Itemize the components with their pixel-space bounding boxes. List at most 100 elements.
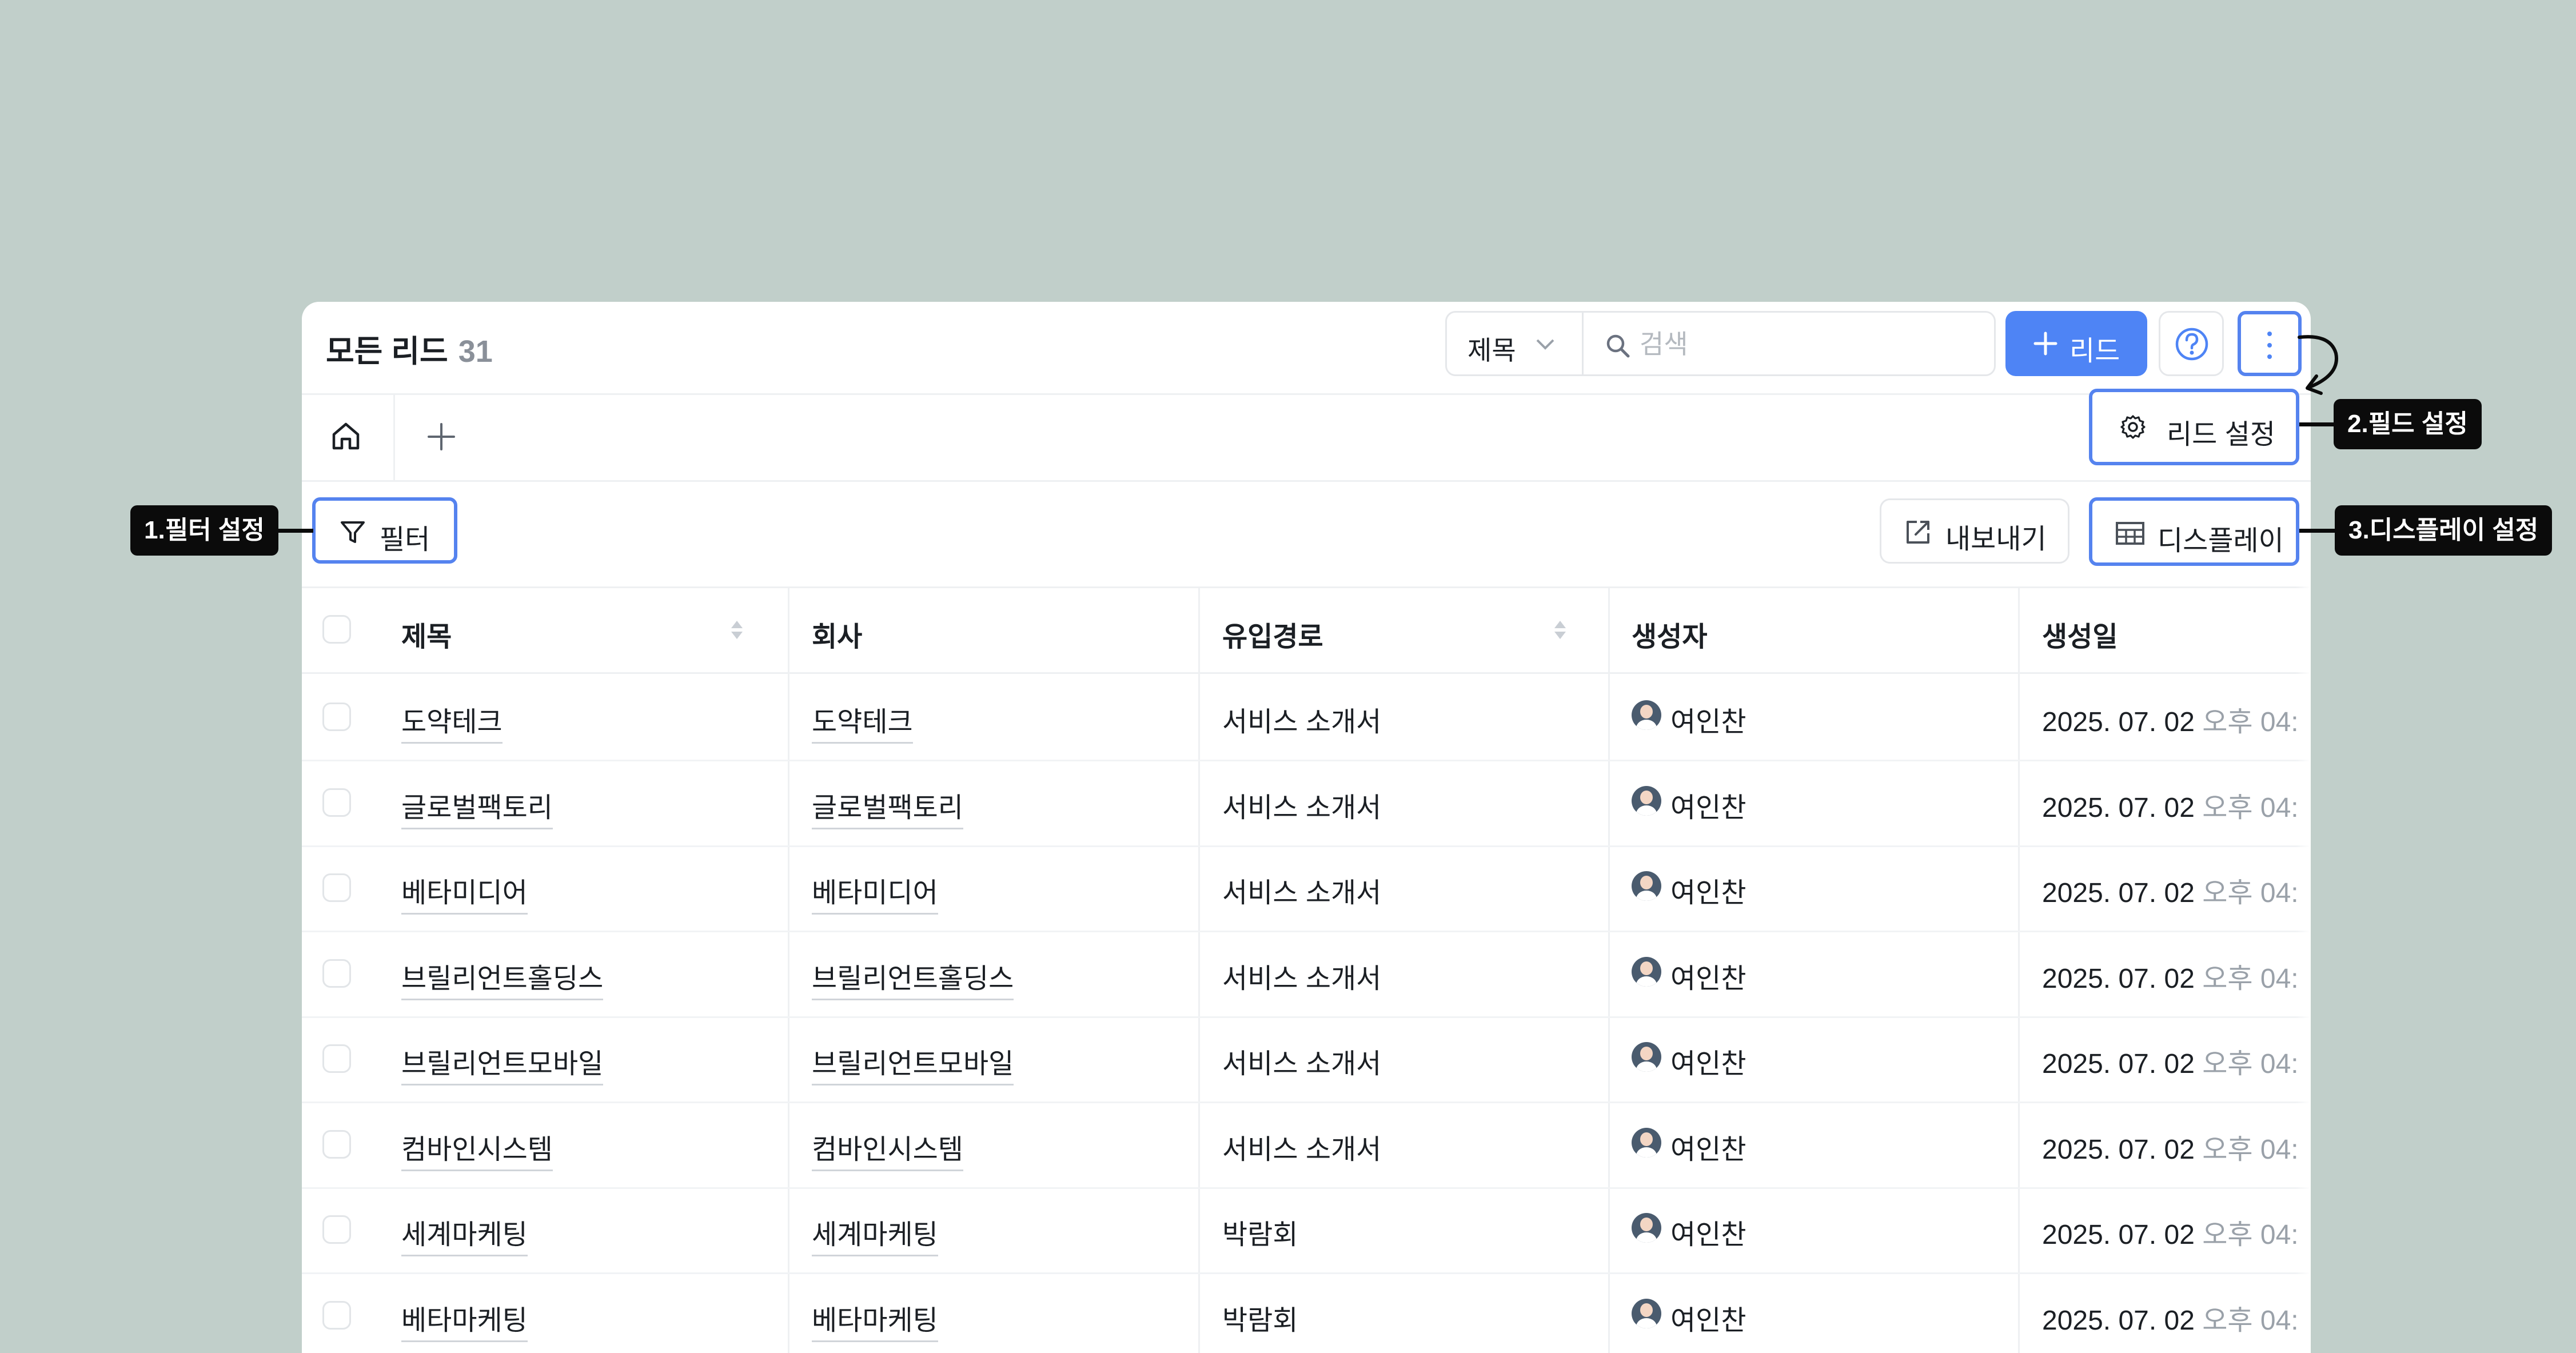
search-input[interactable] bbox=[1638, 326, 1972, 362]
add-lead-button[interactable]: 리드 bbox=[2005, 311, 2147, 376]
lead-title-link[interactable]: 베타미디어 bbox=[401, 878, 528, 915]
creator-cell: 여인찬 bbox=[1670, 1134, 1746, 1165]
table-scroll-fade bbox=[2296, 586, 2311, 1353]
display-button[interactable]: 디스플레이 bbox=[2089, 497, 2299, 566]
table-row[interactable]: 브릴리언트홀딩스 브릴리언트홀딩스 서비스 소개서 여인찬 2025. 07. 02 오… bbox=[302, 931, 2311, 1018]
lead-title-link[interactable]: 브릴리언트모바일 bbox=[401, 1049, 604, 1085]
created-date: 2025. 07. 02 bbox=[2042, 1305, 2195, 1336]
search-box[interactable] bbox=[1582, 311, 1996, 376]
row-checkbox[interactable] bbox=[322, 959, 351, 988]
filter-button[interactable]: 필터 bbox=[312, 497, 457, 564]
row-checkbox[interactable] bbox=[322, 788, 351, 817]
search-icon bbox=[1606, 334, 1630, 358]
plus-icon bbox=[2033, 332, 2057, 356]
export-icon bbox=[1907, 521, 1929, 544]
created-time: 오후 04: bbox=[2202, 1134, 2299, 1165]
source-cell: 서비스 소개서 bbox=[1222, 1049, 1382, 1079]
avatar bbox=[1632, 871, 1661, 901]
creator-cell: 여인찬 bbox=[1670, 1220, 1746, 1250]
page-header: 모든 리드 31 제목 리드 bbox=[302, 302, 2311, 395]
company-link[interactable]: 브릴리언트모바일 bbox=[812, 1049, 1014, 1085]
row-checkbox[interactable] bbox=[322, 1215, 351, 1244]
created-date: 2025. 07. 02 bbox=[2042, 1220, 2195, 1250]
created-time: 오후 04: bbox=[2202, 963, 2299, 994]
page-title-text: 모든 리드 bbox=[326, 334, 448, 369]
tab-home[interactable] bbox=[302, 393, 395, 480]
company-link[interactable]: 도약테크 bbox=[812, 707, 913, 744]
help-button[interactable] bbox=[2159, 311, 2224, 376]
column-header-company[interactable]: 회사 bbox=[812, 614, 862, 654]
row-checkbox[interactable] bbox=[322, 1130, 351, 1159]
row-checkbox[interactable] bbox=[322, 703, 351, 731]
table-row[interactable]: 글로벌팩토리 글로벌팩토리 서비스 소개서 여인찬 2025. 07. 02 오후 04… bbox=[302, 760, 2311, 847]
table-header: 제목 회사 유입경로 생성자 생성일 bbox=[302, 586, 2311, 674]
company-link[interactable]: 컴바인시스템 bbox=[812, 1134, 963, 1171]
table-row[interactable]: 베타마케팅 베타마케팅 박람회 여인찬 2025. 07. 02 오후 04: bbox=[302, 1272, 2311, 1353]
filter-label: 필터 bbox=[380, 525, 430, 555]
company-link[interactable]: 베타마케팅 bbox=[812, 1305, 938, 1342]
lead-title-link[interactable]: 글로벌팩토리 bbox=[401, 792, 553, 829]
search-field-select[interactable]: 제목 bbox=[1445, 311, 1584, 376]
created-date: 2025. 07. 02 bbox=[2042, 707, 2195, 737]
callout-field: 2.필드 설정 bbox=[2334, 399, 2482, 449]
column-header-creator[interactable]: 생성자 bbox=[1632, 614, 1707, 654]
table-row[interactable]: 브릴리언트모바일 브릴리언트모바일 서비스 소개서 여인찬 2025. 07. 02 오… bbox=[302, 1016, 2311, 1103]
lead-count: 31 bbox=[458, 334, 493, 369]
lead-title-link[interactable]: 브릴리언트홀딩스 bbox=[401, 963, 604, 1000]
lead-settings-menu-item[interactable]: 리드 설정 bbox=[2089, 389, 2299, 465]
column-header-created-at[interactable]: 생성일 bbox=[2042, 614, 2118, 654]
avatar bbox=[1632, 1298, 1661, 1328]
source-cell: 박람회 bbox=[1222, 1305, 1298, 1336]
created-date: 2025. 07. 02 bbox=[2042, 1049, 2195, 1079]
table-row[interactable]: 도약테크 도약테크 서비스 소개서 여인찬 2025. 07. 02 오후 04: bbox=[302, 674, 2311, 761]
row-checkbox[interactable] bbox=[322, 1300, 351, 1330]
creator-cell: 여인찬 bbox=[1670, 878, 1746, 908]
sort-icon[interactable] bbox=[729, 618, 744, 641]
created-time: 오후 04: bbox=[2202, 792, 2299, 823]
creator-cell: 여인찬 bbox=[1670, 792, 1746, 823]
created-time: 오후 04: bbox=[2202, 878, 2299, 908]
created-time: 오후 04: bbox=[2202, 1220, 2299, 1250]
export-label: 내보내기 bbox=[1945, 524, 2047, 554]
created-date: 2025. 07. 02 bbox=[2042, 792, 2195, 823]
table-row[interactable]: 베타미디어 베타미디어 서비스 소개서 여인찬 2025. 07. 02 오후 04: bbox=[302, 845, 2311, 932]
created-date: 2025. 07. 02 bbox=[2042, 878, 2195, 908]
callout-display-line bbox=[2299, 529, 2336, 533]
lead-title-link[interactable]: 세계마케팅 bbox=[401, 1220, 528, 1256]
created-date: 2025. 07. 02 bbox=[2042, 963, 2195, 994]
creator-cell: 여인찬 bbox=[1670, 707, 1746, 737]
column-header-source[interactable]: 유입경로 bbox=[1222, 614, 1323, 654]
more-vertical-icon bbox=[2267, 332, 2272, 359]
source-cell: 서비스 소개서 bbox=[1222, 707, 1382, 737]
home-icon bbox=[332, 422, 360, 450]
company-link[interactable]: 베타미디어 bbox=[812, 878, 938, 915]
column-header-title[interactable]: 제목 bbox=[401, 614, 452, 654]
more-options-button[interactable] bbox=[2238, 311, 2302, 376]
gear-icon bbox=[2120, 415, 2146, 439]
source-cell: 서비스 소개서 bbox=[1222, 963, 1382, 994]
select-all-checkbox[interactable] bbox=[322, 615, 351, 644]
filter-icon bbox=[341, 521, 365, 543]
company-link[interactable]: 세계마케팅 bbox=[812, 1220, 938, 1256]
avatar bbox=[1632, 1042, 1661, 1072]
company-link[interactable]: 브릴리언트홀딩스 bbox=[812, 963, 1014, 1000]
table-row[interactable]: 컴바인시스템 컴바인시스템 서비스 소개서 여인찬 2025. 07. 02 오후 04… bbox=[302, 1101, 2311, 1189]
view-tab-bar bbox=[302, 393, 2311, 482]
row-checkbox[interactable] bbox=[322, 1044, 351, 1073]
created-at-cell: 2025. 07. 02 오후 04: bbox=[2042, 870, 2299, 910]
avatar bbox=[1632, 700, 1661, 730]
export-button[interactable]: 내보내기 bbox=[1880, 498, 2069, 564]
callout-field-line bbox=[2299, 422, 2335, 426]
created-at-cell: 2025. 07. 02 오후 04: bbox=[2042, 1298, 2299, 1338]
source-cell: 서비스 소개서 bbox=[1222, 792, 1382, 823]
row-checkbox[interactable] bbox=[322, 873, 351, 902]
company-link[interactable]: 글로벌팩토리 bbox=[812, 792, 963, 829]
sort-icon[interactable] bbox=[1553, 618, 1568, 641]
lead-title-link[interactable]: 컴바인시스템 bbox=[401, 1134, 553, 1171]
table-row[interactable]: 세계마케팅 세계마케팅 박람회 여인찬 2025. 07. 02 오후 04: bbox=[302, 1187, 2311, 1274]
lead-title-link[interactable]: 베타마케팅 bbox=[401, 1305, 528, 1342]
created-at-cell: 2025. 07. 02 오후 04: bbox=[2042, 1041, 2299, 1081]
creator-cell: 여인찬 bbox=[1670, 1049, 1746, 1079]
lead-title-link[interactable]: 도약테크 bbox=[401, 707, 503, 744]
display-label: 디스플레이 bbox=[2158, 526, 2284, 556]
